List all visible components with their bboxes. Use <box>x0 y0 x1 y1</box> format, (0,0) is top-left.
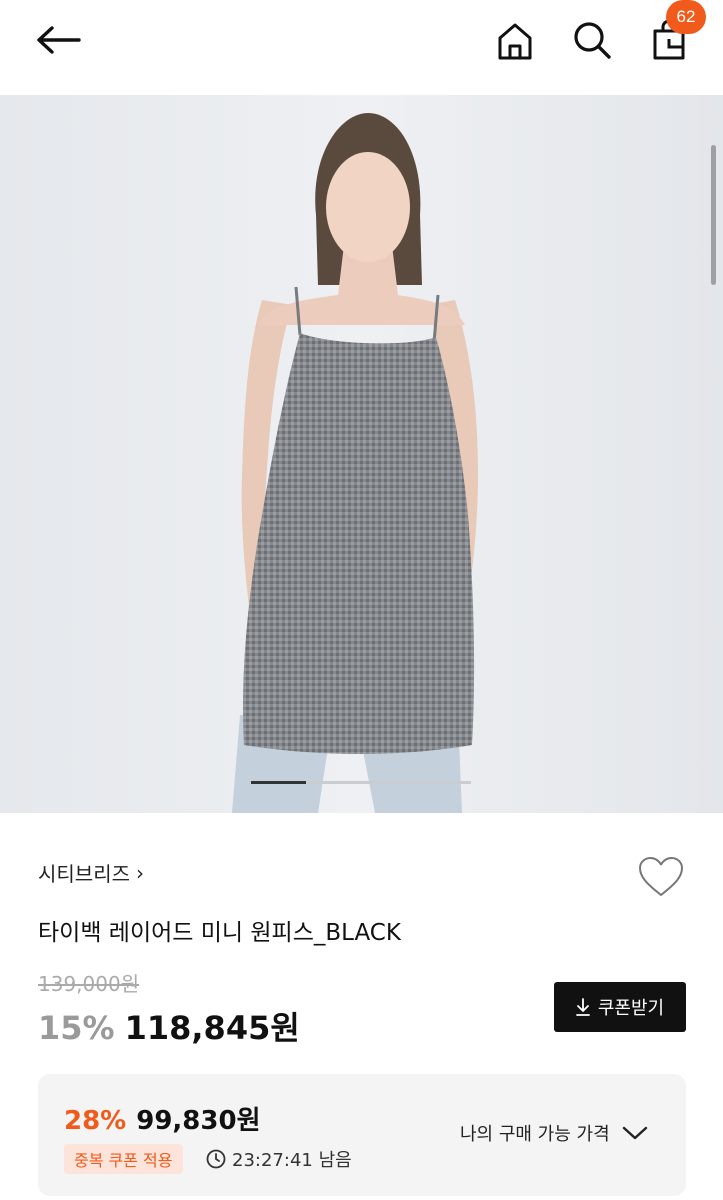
product-image-gallery[interactable] <box>0 95 723 813</box>
sale-price-row: 15% 118,845원 <box>38 1003 300 1049</box>
brand-name: 시티브리즈 <box>38 862 130 886</box>
arrow-left-icon <box>37 26 81 54</box>
timer-text: 23:27:41 남음 <box>232 1150 352 1171</box>
home-button[interactable] <box>492 18 538 64</box>
stacked-coupon-badge: 중복 쿠폰 적용 <box>64 1144 183 1174</box>
cart-count-badge: 62 <box>666 0 706 34</box>
coupon-button-label: 쿠폰받기 <box>597 998 665 1019</box>
sale-price: 118,845원 <box>124 1009 300 1047</box>
heart-icon <box>639 857 683 896</box>
discount-rate: 15% <box>38 1009 115 1047</box>
chevron-down-icon <box>622 1126 647 1140</box>
search-button[interactable] <box>569 17 615 63</box>
download-coupon-button[interactable]: 쿠폰받기 <box>554 982 686 1032</box>
best-price-row: 28% 99,830원 <box>64 1100 261 1137</box>
home-icon <box>498 23 532 60</box>
product-title: 타이백 레이어드 미니 원피스_BLACK <box>38 920 401 946</box>
brand-link[interactable]: 시티브리즈 › <box>38 858 144 887</box>
original-price: 139,000원 <box>38 972 140 996</box>
my-price-label: 나의 구매 가능 가격 <box>460 1124 610 1145</box>
best-price: 99,830원 <box>136 1106 261 1136</box>
top-header: 62 <box>0 0 723 95</box>
best-price-card: 28% 99,830원 중복 쿠폰 적용 23:27:41 남음 나의 구매 가… <box>38 1074 686 1196</box>
product-photo <box>0 95 723 813</box>
wishlist-button[interactable] <box>634 852 688 902</box>
download-icon <box>575 998 590 1016</box>
best-discount-rate: 28% <box>64 1106 127 1136</box>
back-button[interactable] <box>30 18 88 62</box>
clock-icon <box>206 1149 226 1169</box>
search-icon <box>574 22 611 59</box>
countdown-timer: 23:27:41 남음 <box>206 1146 352 1172</box>
my-price-toggle[interactable]: 나의 구매 가능 가격 <box>460 1120 648 1146</box>
page-scrollbar[interactable] <box>711 145 716 285</box>
chevron-right-icon: › <box>136 860 144 885</box>
